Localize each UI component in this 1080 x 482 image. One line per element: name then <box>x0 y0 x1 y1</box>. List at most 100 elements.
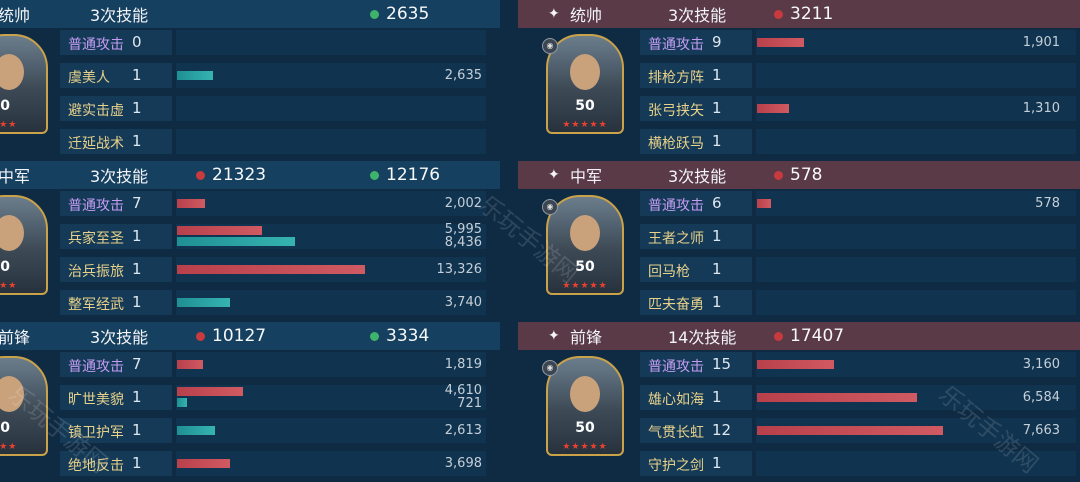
skill-count: 7 <box>132 194 142 212</box>
skill-row: 排枪方阵 1 <box>518 61 1080 90</box>
skill-name[interactable]: 普通攻击 <box>648 356 704 376</box>
damage-value: 1,819 <box>444 357 482 372</box>
skill-name[interactable]: 普通攻击 <box>68 34 124 54</box>
damage-bar-area <box>756 224 1076 249</box>
damage-bar-area <box>756 63 1076 88</box>
skill-row: 治兵振旅 1 13,326 <box>0 255 500 284</box>
damage-dot <box>774 332 783 341</box>
skill-name[interactable]: 回马枪 <box>648 261 690 281</box>
damage-total: 10127 <box>212 326 267 346</box>
skill-name[interactable]: 普通攻击 <box>68 195 124 215</box>
skill-count: 12 <box>712 421 732 439</box>
general-block: ✦ 中军 3次技能 578 50 ★★★★★ ◉ 普通攻击 6 578 王者之师 1 回马枪 1 匹夫奋勇 1 <box>518 161 1080 321</box>
skill-cast-count: 14次技能 <box>668 328 737 347</box>
damage-bar <box>757 104 789 113</box>
damage-dot <box>774 171 783 180</box>
skill-name[interactable]: 避实击虚 <box>68 100 124 120</box>
skill-name[interactable]: 整军经武 <box>68 294 124 314</box>
heal-dot <box>370 171 379 180</box>
damage-bar <box>177 226 262 235</box>
heal-bar <box>177 237 295 246</box>
skill-name[interactable]: 普通攻击 <box>648 195 704 215</box>
general-block: ✦统帅3次技能263550★★★★★普通攻击0虞美人12,635避实击虚1迁延战… <box>0 0 500 160</box>
skill-row: 整军经武 1 3,740 <box>0 288 500 317</box>
damage-value: 1,901 <box>1022 35 1060 50</box>
damage-value: 3,740 <box>444 295 482 310</box>
skill-name[interactable]: 张弓挟矢 <box>648 100 704 120</box>
skill-name[interactable]: 王者之师 <box>648 228 704 248</box>
skill-row: 虞美人 1 2,635 <box>0 61 500 90</box>
skill-count: 0 <box>132 33 142 51</box>
skill-row: 王者之师 1 <box>518 222 1080 251</box>
skill-row: 普通攻击 0 <box>0 28 500 57</box>
heal-bar <box>177 298 230 307</box>
general-header: ✦ 中军 3次技能 578 <box>518 161 1080 189</box>
skill-row: 普通攻击 7 1,819 <box>0 350 500 379</box>
damage-value: 8,436 <box>444 235 482 250</box>
skill-cast-count: 3次技能 <box>90 167 149 186</box>
heal-bar <box>177 71 213 80</box>
general-header: ✦中军3次技能2132312176 <box>0 161 500 189</box>
damage-bar-area <box>176 30 486 55</box>
skill-name[interactable]: 匹夫奋勇 <box>648 294 704 314</box>
general-header: ✦统帅3次技能2635 <box>0 0 500 28</box>
skill-name[interactable]: 气贯长虹 <box>648 422 704 442</box>
damage-total: 578 <box>790 165 823 185</box>
skill-count: 1 <box>132 421 142 439</box>
skill-name[interactable]: 普通攻击 <box>648 34 704 54</box>
damage-bar-area <box>756 451 1076 476</box>
heal-total: 12176 <box>386 165 441 185</box>
skill-count: 1 <box>712 66 722 84</box>
skill-count: 7 <box>132 355 142 373</box>
damage-dot <box>196 171 205 180</box>
skill-name[interactable]: 普通攻击 <box>68 356 124 376</box>
skill-count: 1 <box>712 227 722 245</box>
skill-row: 绝地反击 1 3,698 <box>0 449 500 478</box>
damage-value: 6,584 <box>1022 390 1060 405</box>
damage-dot <box>196 332 205 341</box>
damage-bar <box>757 393 917 402</box>
damage-value: 1,310 <box>1022 101 1060 116</box>
skill-name[interactable]: 镇卫护军 <box>68 422 124 442</box>
role-label: 中军 <box>0 167 31 186</box>
skill-row: 兵家至圣 1 5,995 8,436 <box>0 222 500 251</box>
skill-count: 1 <box>132 388 142 406</box>
skill-name[interactable]: 治兵振旅 <box>68 261 124 281</box>
skill-name[interactable]: 横枪跃马 <box>648 133 704 153</box>
damage-dot <box>774 10 783 19</box>
skill-name[interactable]: 虞美人 <box>68 67 110 87</box>
heal-total: 3334 <box>386 326 430 346</box>
skill-name[interactable]: 绝地反击 <box>68 455 124 475</box>
damage-total: 3211 <box>790 4 834 24</box>
heal-dot <box>370 332 379 341</box>
sparkle-icon: ✦ <box>548 328 560 344</box>
skill-name[interactable]: 兵家至圣 <box>68 228 124 248</box>
skill-row: 避实击虚 1 <box>0 94 500 123</box>
damage-bar <box>757 199 771 208</box>
damage-total: 21323 <box>212 165 267 185</box>
skill-row: 匹夫奋勇 1 <box>518 288 1080 317</box>
skill-row: 张弓挟矢 1 1,310 <box>518 94 1080 123</box>
skill-count: 1 <box>132 260 142 278</box>
skill-name[interactable]: 排枪方阵 <box>648 67 704 87</box>
skill-count: 1 <box>712 454 722 472</box>
skill-count: 9 <box>712 33 722 51</box>
sparkle-icon: ✦ <box>548 6 560 22</box>
skill-name[interactable]: 守护之剑 <box>648 455 704 475</box>
damage-bar-area <box>756 129 1076 154</box>
skill-count: 1 <box>132 293 142 311</box>
damage-bar-area <box>756 290 1076 315</box>
sparkle-icon: ✦ <box>548 167 560 183</box>
general-header: ✦ 统帅 3次技能 3211 <box>518 0 1080 28</box>
skill-row: 镇卫护军 1 2,613 <box>0 416 500 445</box>
skill-name[interactable]: 雄心如海 <box>648 389 704 409</box>
skill-name[interactable]: 迁延战术 <box>68 133 124 153</box>
heal-dot <box>370 10 379 19</box>
skill-row: 旷世美貌 1 4,610 721 <box>0 383 500 412</box>
skill-cast-count: 3次技能 <box>668 6 727 25</box>
damage-value: 2,635 <box>444 68 482 83</box>
damage-bar <box>757 38 804 47</box>
damage-bar-area <box>176 129 486 154</box>
skill-name[interactable]: 旷世美貌 <box>68 389 124 409</box>
skill-row: 迁延战术 1 <box>0 127 500 156</box>
